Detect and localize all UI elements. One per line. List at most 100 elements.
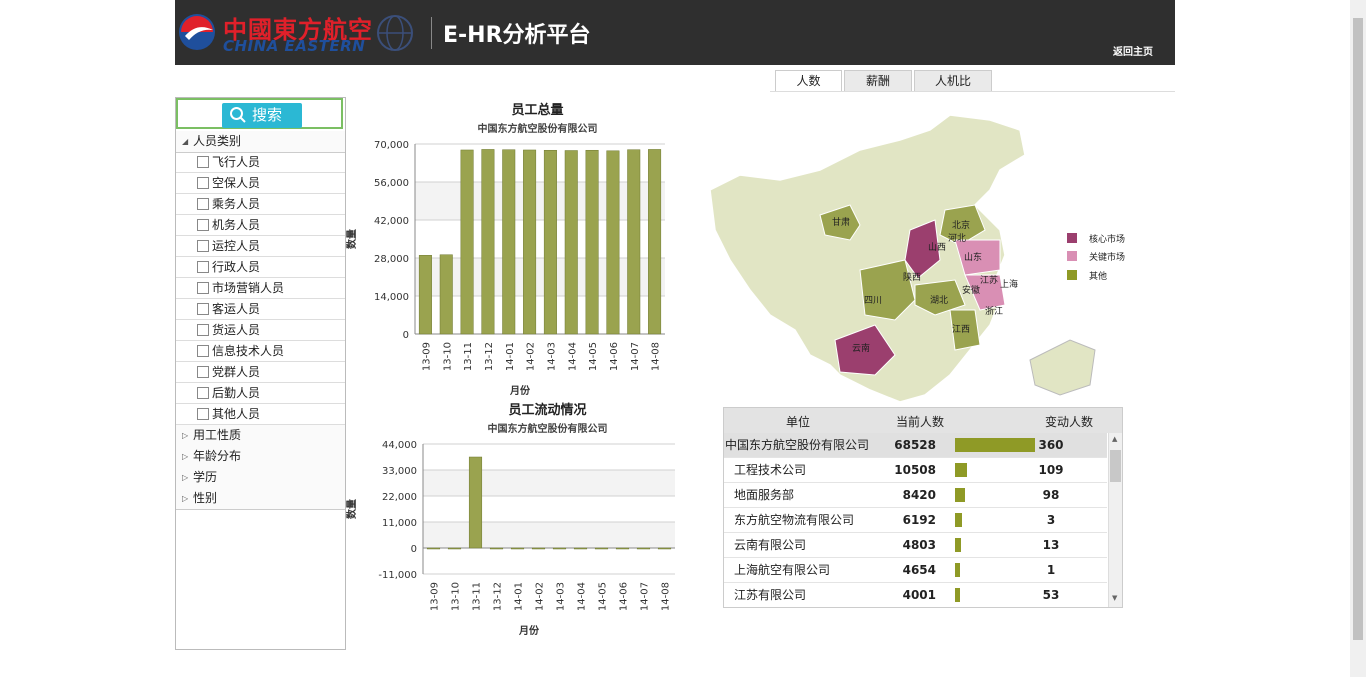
scroll-thumb[interactable]	[1110, 450, 1121, 482]
map-label: 四川	[864, 296, 883, 306]
group-age-distribution[interactable]: ▷ 年龄分布	[176, 446, 345, 468]
chart2-bar[interactable]	[447, 547, 462, 550]
chart1-bar[interactable]	[439, 254, 453, 335]
chart2-bar[interactable]	[573, 547, 588, 550]
checkbox[interactable]	[197, 303, 209, 315]
chart2-bar[interactable]	[489, 547, 504, 550]
checkbox[interactable]	[197, 198, 209, 210]
chart2-bar[interactable]	[426, 547, 441, 550]
checkbox[interactable]	[197, 261, 209, 273]
checkbox-label: 后勤人员	[212, 386, 261, 400]
chart1-bar[interactable]	[523, 149, 537, 335]
row-name: 上海航空有限公司	[734, 563, 831, 577]
checkbox[interactable]	[197, 282, 209, 294]
chart1-bar[interactable]	[481, 149, 495, 335]
checkbox[interactable]	[197, 366, 209, 378]
row-current: 8420	[902, 488, 936, 502]
table-row[interactable]: 地面服务部 8420 98	[724, 483, 1107, 508]
group-label: 性别	[193, 491, 218, 505]
chart2-ytick-label: 0	[411, 544, 417, 555]
group-personnel-category[interactable]: ◢ 人员类别	[176, 131, 345, 153]
page-scroll-thumb[interactable]	[1353, 18, 1363, 640]
checkbox-item[interactable]: 乘务人员	[176, 194, 345, 215]
chart1-bar[interactable]	[585, 149, 599, 335]
triangle-right-icon: ▷	[182, 473, 189, 482]
checkbox-item[interactable]: 飞行人员	[176, 152, 345, 173]
checkbox-item[interactable]: 市场营销人员	[176, 278, 345, 299]
header-divider	[431, 17, 432, 49]
table-row[interactable]: 上海航空有限公司 4654 1	[724, 558, 1107, 583]
chart2-bar[interactable]	[552, 547, 567, 550]
table-scrollbar[interactable]: ▲ ▼	[1108, 433, 1122, 607]
checkbox-item[interactable]: 机务人员	[176, 215, 345, 236]
group-label: 用工性质	[193, 428, 242, 442]
checkbox-item[interactable]: 运控人员	[176, 236, 345, 257]
checkbox-item[interactable]: 其他人员	[176, 404, 345, 425]
group-gender[interactable]: ▷ 性别	[176, 488, 345, 510]
table-row[interactable]: 东方航空物流有限公司 6192 3	[724, 508, 1107, 533]
legend-swatch-other	[1067, 270, 1077, 280]
chart1-bar[interactable]	[564, 150, 578, 335]
checkbox-item[interactable]: 行政人员	[176, 257, 345, 278]
chart1-xtick-label: 14-02	[526, 342, 537, 371]
tab-staff-aircraft-ratio[interactable]: 人机比	[914, 70, 992, 92]
checkbox-item[interactable]: 货运人员	[176, 320, 345, 341]
checkbox[interactable]	[197, 240, 209, 252]
chart2-ylabel: 数量	[345, 499, 358, 519]
table-row[interactable]: 云南有限公司 4803 13	[724, 533, 1107, 558]
checkbox-item[interactable]: 党群人员	[176, 362, 345, 383]
chart2-bar[interactable]	[531, 547, 546, 550]
checkbox[interactable]	[197, 345, 209, 357]
chart1-bar[interactable]	[502, 149, 516, 335]
map-label: 山东	[964, 253, 983, 263]
group-education[interactable]: ▷ 学历	[176, 467, 345, 489]
checkbox[interactable]	[197, 219, 209, 231]
chart2-xtick-label: 14-04	[577, 582, 588, 611]
checkbox[interactable]	[197, 387, 209, 399]
checkbox-item[interactable]: 空保人员	[176, 173, 345, 194]
map-label: 上海	[1000, 280, 1019, 290]
chart1-bar[interactable]	[460, 149, 474, 335]
group-employment-type[interactable]: ▷ 用工性质	[176, 425, 345, 447]
chart1-bar[interactable]	[543, 149, 557, 335]
search-button[interactable]: 搜索	[222, 103, 302, 128]
chart1-bar[interactable]	[418, 255, 432, 335]
table-row[interactable]: 工程技术公司 10508 109	[724, 458, 1107, 483]
triangle-down-icon: ◢	[182, 137, 189, 146]
checkbox[interactable]	[197, 408, 209, 420]
chart2-bar[interactable]	[636, 547, 651, 550]
chart2-bar[interactable]	[657, 547, 672, 550]
tab-headcount[interactable]: 人数	[775, 70, 842, 92]
checkbox[interactable]	[197, 177, 209, 189]
table-row[interactable]: 中国东方航空股份有限公司 68528 360	[724, 433, 1107, 458]
checkbox-item[interactable]: 信息技术人员	[176, 341, 345, 362]
chart2-subtitle: 中国东方航空股份有限公司	[487, 424, 608, 435]
back-home-link[interactable]: 返回主页	[1113, 43, 1153, 58]
checkbox[interactable]	[197, 156, 209, 168]
chart1-bar[interactable]	[606, 150, 620, 335]
triangle-right-icon: ▷	[182, 431, 189, 440]
chart2-bar[interactable]	[510, 547, 525, 550]
chart2-bar[interactable]	[594, 547, 609, 550]
triangle-right-icon: ▷	[182, 452, 189, 461]
chart2-ytick-label: 11,000	[382, 518, 417, 529]
search-icon	[230, 107, 246, 123]
chart2-ytick-label: 44,000	[382, 440, 417, 451]
table-row[interactable]: 江苏有限公司 4001 53	[724, 583, 1107, 607]
row-current: 6192	[902, 513, 936, 527]
table-header: 单位 当前人数 变动人数	[724, 408, 1122, 433]
scroll-down-icon[interactable]: ▼	[1112, 594, 1117, 602]
page-scrollbar[interactable]	[1350, 0, 1366, 677]
chart1-bar[interactable]	[648, 149, 662, 335]
chart1-bar[interactable]	[627, 149, 641, 335]
map-label: 浙江	[985, 307, 1004, 317]
chart2-bar[interactable]	[468, 456, 483, 549]
chart2-bar[interactable]	[615, 547, 630, 550]
checkbox-item[interactable]: 客运人员	[176, 299, 345, 320]
scroll-up-icon[interactable]: ▲	[1112, 435, 1117, 443]
checkbox-item[interactable]: 后勤人员	[176, 383, 345, 404]
logo-text-en: CHINA EASTERN	[223, 37, 366, 55]
legend-label-key: 关键市场	[1089, 253, 1126, 263]
checkbox[interactable]	[197, 324, 209, 336]
tab-salary[interactable]: 薪酬	[844, 70, 912, 92]
